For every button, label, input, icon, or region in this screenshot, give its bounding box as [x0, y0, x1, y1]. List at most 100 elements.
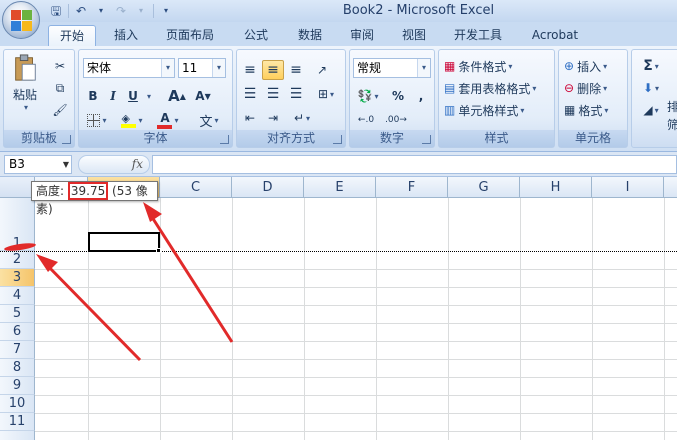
number-format-combo[interactable]: 常规 ▾: [353, 58, 431, 78]
row-header-12[interactable]: [0, 431, 35, 440]
clear-button[interactable]: ◢ ▾: [636, 100, 666, 120]
fill-button[interactable]: ⬇ ▾: [636, 78, 666, 98]
fill-handle[interactable]: [156, 248, 161, 253]
row-header-6[interactable]: 6: [0, 323, 35, 341]
row-header-7[interactable]: 7: [0, 341, 35, 359]
dialog-launcher-icon[interactable]: [62, 135, 71, 144]
row-header-3[interactable]: 3: [0, 269, 35, 287]
tab-insert[interactable]: 插入: [104, 25, 148, 46]
increase-indent-button[interactable]: ⇥: [262, 108, 284, 128]
row-header-9[interactable]: 9: [0, 377, 35, 395]
tab-view[interactable]: 视图: [392, 25, 436, 46]
decrease-decimal-button[interactable]: .00→: [383, 110, 409, 130]
formula-input[interactable]: [152, 155, 677, 174]
paste-dropdown-icon: ▾: [23, 103, 28, 112]
find-select-label[interactable]: 筛: [666, 116, 677, 132]
phonetic-label: 文: [199, 114, 213, 130]
ribbon-tab-row: 开始 插入 页面布局 公式 数据 审阅 视图 开发工具 Acrobat: [0, 22, 677, 46]
column-header-h[interactable]: H: [520, 177, 592, 198]
shrink-font-button[interactable]: A ▼: [191, 86, 215, 106]
styles-group-label: 样式: [439, 130, 554, 147]
gridline: [592, 198, 593, 440]
format-cells-button[interactable]: ▦ 格式 ▾: [563, 100, 627, 120]
table-format-icon: ▤: [444, 81, 456, 95]
tab-acrobat[interactable]: Acrobat: [524, 25, 586, 46]
decrease-indent-button[interactable]: ⇤: [239, 108, 261, 128]
chevron-down-icon: ▾: [212, 59, 225, 77]
row-header-4[interactable]: 4: [0, 287, 35, 305]
bottom-align-button[interactable]: ≡: [285, 60, 307, 80]
cut-button[interactable]: ✂: [50, 56, 70, 76]
increase-decimal-button[interactable]: ←.0: [353, 110, 379, 130]
dialog-launcher-icon[interactable]: [333, 135, 342, 144]
percent-button[interactable]: %: [388, 86, 408, 106]
font-name-combo[interactable]: 宋体 ▾: [83, 58, 175, 78]
fill-color-button[interactable]: ◈ ▾: [117, 110, 147, 130]
row-header-11[interactable]: 11: [0, 413, 35, 431]
column-header-i[interactable]: I: [592, 177, 664, 198]
tab-page-layout[interactable]: 页面布局: [158, 25, 222, 46]
cell-styles-button[interactable]: ▥ 单元格样式 ▾: [443, 100, 553, 120]
gridline: [664, 198, 665, 440]
window-title: Book2 - Microsoft Excel: [342, 3, 495, 18]
column-header-d[interactable]: D: [232, 177, 304, 198]
underline-button[interactable]: U: [124, 86, 142, 106]
sort-filter-label[interactable]: 排: [666, 98, 677, 114]
tab-data[interactable]: 数据: [288, 25, 332, 46]
font-group-label: 字体: [79, 130, 232, 147]
merge-center-button[interactable]: ⊞ ▾: [311, 84, 341, 104]
comma-button[interactable]: ,: [412, 86, 430, 106]
format-painter-button[interactable]: 🖌: [50, 100, 70, 120]
select-all-corner[interactable]: [0, 177, 35, 198]
accounting-format-button[interactable]: 💱 ▾: [353, 86, 383, 106]
align-center-button[interactable]: ☰: [262, 84, 284, 104]
column-header-f[interactable]: F: [376, 177, 448, 198]
underline-dropdown-icon[interactable]: ▾: [143, 86, 153, 106]
font-color-button[interactable]: A ▾: [153, 110, 183, 130]
copy-button[interactable]: ⧉: [50, 78, 70, 98]
wrap-text-button[interactable]: ↵ ▾: [287, 108, 317, 128]
orientation-button[interactable]: ↗: [311, 60, 333, 80]
phonetic-button[interactable]: 文 ▾: [191, 110, 227, 130]
row-header-1[interactable]: 1: [0, 198, 35, 251]
font-size-combo[interactable]: 11 ▾: [178, 58, 226, 78]
borders-button[interactable]: ▾: [84, 110, 110, 130]
conditional-format-button[interactable]: ▦ 条件格式 ▾: [443, 56, 553, 76]
paste-button[interactable]: 粘贴 ▾: [8, 54, 42, 112]
active-cell-b3[interactable]: [88, 232, 160, 252]
format-as-table-button[interactable]: ▤ 套用表格格式 ▾: [443, 78, 555, 98]
tab-home[interactable]: 开始: [48, 25, 96, 46]
insert-cells-button[interactable]: ⊕ 插入 ▾: [563, 56, 627, 76]
name-box[interactable]: B3 ▼: [4, 155, 72, 174]
middle-align-button[interactable]: ≡: [262, 60, 284, 80]
column-header-c[interactable]: C: [160, 177, 232, 198]
paste-icon: [15, 54, 36, 81]
format-cells-label: 格式: [578, 103, 603, 118]
row-header-10[interactable]: 10: [0, 395, 35, 413]
tab-formulas[interactable]: 公式: [234, 25, 278, 46]
tab-review[interactable]: 审阅: [340, 25, 384, 46]
column-header-g[interactable]: G: [448, 177, 520, 198]
align-right-button[interactable]: ☰: [285, 84, 307, 104]
row-header-8[interactable]: 8: [0, 359, 35, 377]
row-header-5[interactable]: 5: [0, 305, 35, 323]
font-group: 宋体 ▾ 11 ▾ B I U ▾ A ▲ A ▼ ▾ ◈ ▾ A ▾ 文 ▾ 字体: [78, 49, 233, 148]
tab-developer[interactable]: 开发工具: [446, 25, 510, 46]
bold-button[interactable]: B: [84, 86, 102, 106]
number-format-value: 常规: [357, 61, 382, 75]
grow-font-button[interactable]: A ▲: [165, 86, 189, 106]
insert-function-icon[interactable]: fx: [132, 157, 143, 171]
top-align-button[interactable]: ≡: [239, 60, 261, 80]
row-header-2[interactable]: 2: [0, 251, 35, 269]
office-button[interactable]: [2, 1, 40, 39]
worksheet-grid[interactable]: A B C D E F G H I 1 2 3 4 5 6 7 8 9 10 1…: [0, 177, 677, 440]
dialog-launcher-icon[interactable]: [220, 135, 229, 144]
align-left-button[interactable]: ☰: [239, 84, 261, 104]
autosum-button[interactable]: Σ ▾: [636, 56, 666, 76]
delete-cells-button[interactable]: ⊖ 删除 ▾: [563, 78, 627, 98]
dialog-launcher-icon[interactable]: [422, 135, 431, 144]
column-header-e[interactable]: E: [304, 177, 376, 198]
italic-button[interactable]: I: [104, 86, 122, 106]
column-header-j[interactable]: [664, 177, 677, 198]
paint-bucket-icon: ◈: [121, 113, 137, 128]
